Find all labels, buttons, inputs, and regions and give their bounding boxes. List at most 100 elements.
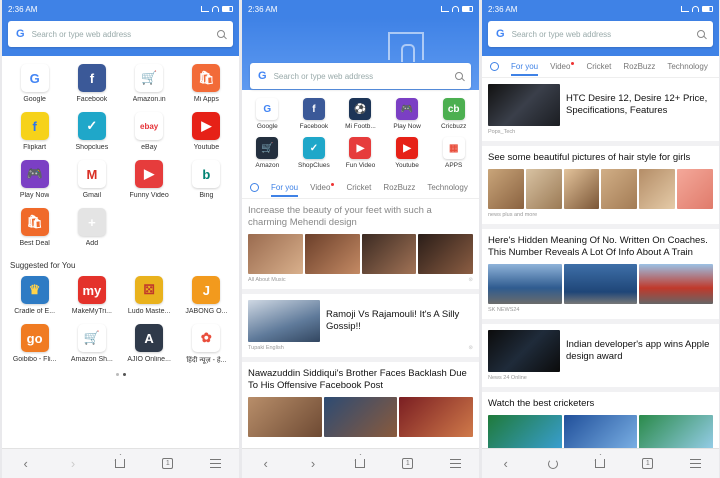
youtube-icon: ▶ [396, 137, 419, 159]
news-headline[interactable]: See some beautiful pictures of hair styl… [488, 152, 713, 164]
tab-rozbuzz[interactable]: RozBuzz [383, 183, 415, 192]
home-button[interactable] [350, 454, 370, 474]
app-shortcut[interactable]: go Goibibo - Fli... [6, 324, 63, 365]
app-shortcut[interactable]: f Flipkart [6, 112, 63, 151]
new-badge-dot [571, 62, 575, 65]
back-icon[interactable]: ‹ [256, 454, 276, 474]
app-shortcut[interactable]: 🛒 Amazon Sh... [63, 324, 120, 365]
news-source: Pops_Tech [488, 129, 516, 135]
app-shortcut[interactable]: ⚄ Ludo Maste... [121, 276, 178, 315]
news-headline[interactable]: Ramoji Vs Rajamouli! It's A Silly Gossip… [326, 309, 473, 333]
news-source: news plus and more [488, 212, 538, 218]
tab-video[interactable]: Video [550, 62, 575, 71]
app-shortcut[interactable]: my MakeMyTri... [63, 276, 120, 315]
search-bar[interactable]: G Search or type web address [488, 21, 713, 47]
football-icon: ⚽ [349, 98, 372, 120]
menu-button[interactable] [205, 454, 225, 474]
app-shortcut[interactable]: 🛒 Amazon.in [121, 64, 178, 103]
tab-label: RozBuzz [623, 62, 656, 71]
news-card[interactable]: HTC Desire 12, Desire 12+ Price, Specifi… [482, 78, 719, 146]
gamepad-icon: 🎮 [396, 98, 419, 120]
app-shortcut[interactable]: f Facebook [291, 98, 338, 130]
header-banner: G Search or type web address [242, 18, 479, 90]
back-icon[interactable]: ‹ [496, 454, 516, 474]
home-button[interactable] [590, 454, 610, 474]
app-shortcut[interactable]: M Gmail [63, 160, 120, 199]
app-shortcut[interactable]: ▶ Funny Video [121, 160, 178, 199]
app-shortcut[interactable]: 🛍 Mi Apps [178, 64, 235, 103]
app-shortcut[interactable]: J JABONG O... [178, 276, 235, 315]
search-input[interactable]: Search or type web address [274, 72, 448, 81]
status-bar: 2:36 AM [482, 0, 719, 18]
search-bar[interactable]: G Search or type web address [8, 21, 233, 47]
app-shortcut[interactable]: ▶ Youtube [178, 112, 235, 151]
app-shortcut[interactable]: 🛍 Best Deal [6, 208, 63, 247]
app-shortcut[interactable]: ♛ Cradle of E... [6, 276, 63, 315]
app-shortcut[interactable]: ✓ ShopClues [291, 137, 338, 169]
app-shortcut[interactable]: G Google [244, 98, 291, 130]
news-card[interactable]: Nawazuddin Siddiqui's Brother Faces Back… [242, 362, 479, 443]
app-shortcut[interactable]: 🎮 Play Now [6, 160, 63, 199]
search-icon[interactable] [217, 30, 225, 38]
search-icon[interactable] [455, 72, 463, 80]
app-shortcut[interactable]: f Facebook [63, 64, 120, 103]
app-shortcut[interactable]: ebay eBay [121, 112, 178, 151]
app-shortcut[interactable]: ▶ Fun Video [337, 137, 384, 169]
home-button[interactable] [110, 454, 130, 474]
news-headline[interactable]: Watch the best cricketers [488, 398, 713, 410]
news-headline[interactable]: HTC Desire 12, Desire 12+ Price, Specifi… [566, 93, 713, 117]
news-card[interactable]: Increase the beauty of your feet with su… [242, 199, 479, 294]
menu-button[interactable] [445, 454, 465, 474]
search-input[interactable]: Search or type web address [32, 30, 210, 39]
app-shortcut[interactable]: ▶ Youtube [384, 137, 431, 169]
news-headline[interactable]: Increase the beauty of your feet with su… [248, 205, 473, 229]
app-shortcut[interactable]: ✓ Shopclues [63, 112, 120, 151]
search-bar[interactable]: G Search or type web address [250, 63, 471, 89]
news-thumbnail [639, 169, 676, 209]
news-card[interactable]: Indian developer's app wins Apple design… [482, 324, 719, 392]
tab-video[interactable]: Video [310, 183, 335, 192]
forward-icon[interactable]: › [303, 454, 323, 474]
tab-cricket[interactable]: Cricket [586, 62, 611, 71]
menu-button[interactable] [685, 454, 705, 474]
app-shortcut[interactable]: b Bing [178, 160, 235, 199]
back-icon[interactable]: ‹ [16, 454, 36, 474]
search-input[interactable]: Search or type web address [512, 30, 690, 39]
tabs-button[interactable]: 1 [158, 454, 178, 474]
reload-button[interactable] [543, 454, 563, 474]
news-headline[interactable]: Indian developer's app wins Apple design… [566, 339, 713, 363]
dismiss-icon[interactable]: ⊗ [468, 277, 473, 283]
tabs-button[interactable]: 1 [638, 454, 658, 474]
app-shortcut[interactable]: G Google [6, 64, 63, 103]
status-time: 2:36 AM [488, 4, 518, 14]
app-shortcut[interactable]: ▦ APPS [430, 137, 477, 169]
forward-icon[interactable]: › [63, 454, 83, 474]
tab-for-you[interactable]: For you [511, 57, 539, 76]
app-shortcut[interactable]: A AJIO Online... [121, 324, 178, 365]
tab-technology[interactable]: Technology [427, 183, 467, 192]
tab-for-you[interactable]: For you [271, 178, 299, 197]
app-label: Facebook [76, 96, 108, 103]
app-shortcut[interactable]: ⚽ Mi Footb... [337, 98, 384, 130]
app-shortcut[interactable]: cb Cricbuzz [430, 98, 477, 130]
suggested-title: Suggested for You [10, 261, 76, 270]
tab-rozbuzz[interactable]: RozBuzz [623, 62, 655, 71]
tabs-button[interactable]: 1 [398, 454, 418, 474]
news-headline[interactable]: Here's Hidden Meaning Of No. Written On … [488, 235, 713, 259]
app-shortcut[interactable]: + Add [63, 208, 120, 247]
dismiss-icon[interactable]: ⊗ [468, 345, 473, 351]
app-shortcut[interactable]: ✿ हिंदी न्यूज़ - हे... [178, 324, 235, 365]
best-deal-icon: 🛍 [20, 208, 49, 236]
news-card[interactable]: Ramoji Vs Rajamouli! It's A Silly Gossip… [242, 294, 479, 362]
app-shortcut[interactable]: 🛒 Amazon [244, 137, 291, 169]
news-headline[interactable]: Nawazuddin Siddiqui's Brother Faces Back… [248, 368, 473, 392]
app-label: Shopclues [75, 144, 109, 151]
news-image-row [248, 234, 473, 274]
app-shortcut[interactable]: 🎮 Play Now [384, 98, 431, 130]
app-label: Cradle of E... [14, 308, 56, 315]
tab-technology[interactable]: Technology [667, 62, 707, 71]
news-card[interactable]: See some beautiful pictures of hair styl… [482, 146, 719, 229]
search-icon[interactable] [697, 30, 705, 38]
tab-cricket[interactable]: Cricket [346, 183, 371, 192]
news-card[interactable]: Here's Hidden Meaning Of No. Written On … [482, 229, 719, 324]
